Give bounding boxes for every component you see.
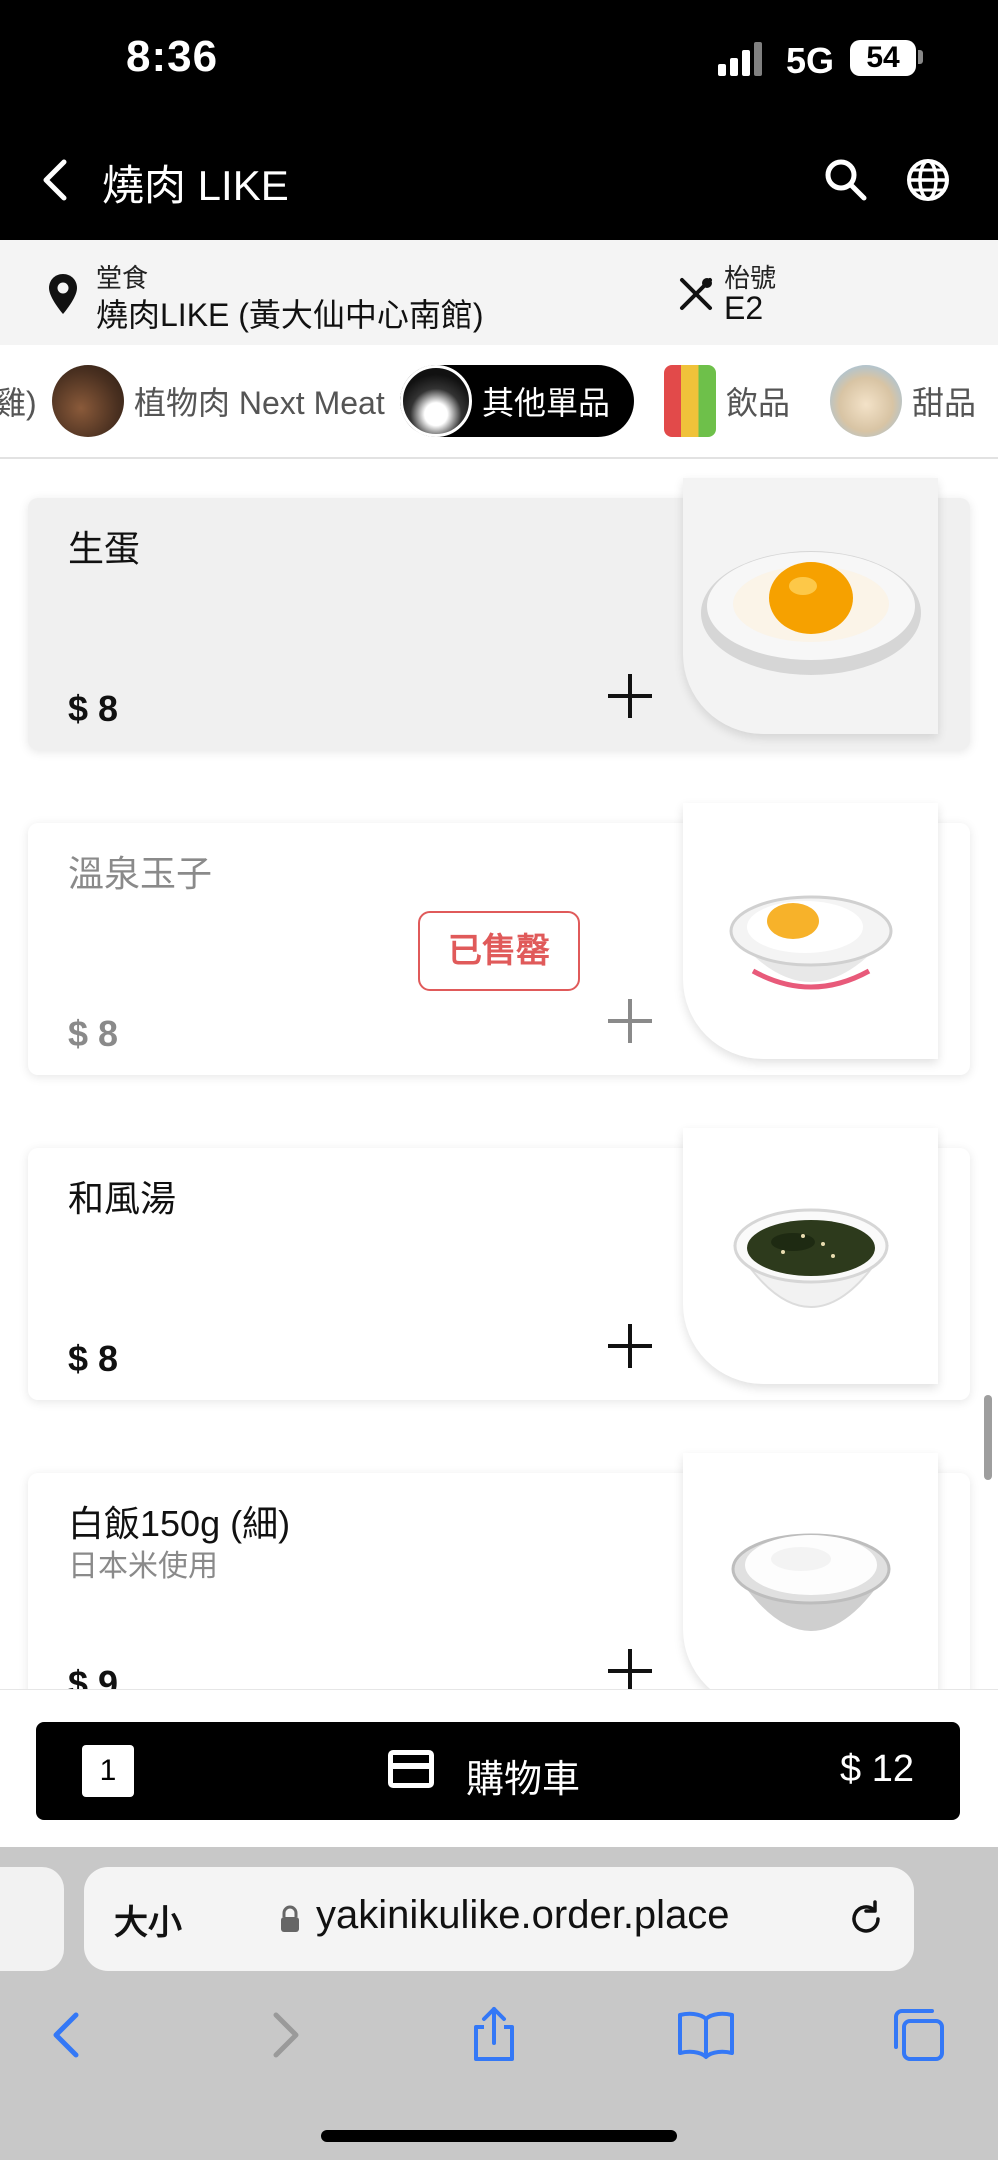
item-name: 溫泉玉子 xyxy=(68,853,213,894)
url-text[interactable]: yakinikulike.order.place xyxy=(316,1893,730,1938)
item-price: $ 8 xyxy=(68,1013,119,1054)
cart-total: $ 12 xyxy=(840,1748,914,1790)
status-bar: 8:36 5G 54 xyxy=(0,0,998,120)
tab-drinks[interactable]: 飲品 xyxy=(664,365,790,437)
tab-label: 飲品 xyxy=(726,385,791,421)
tab-label: 甜品 xyxy=(912,385,977,421)
bookmarks-icon[interactable] xyxy=(676,2005,736,2065)
address-bar[interactable]: 大小 yakinikulike.order.place xyxy=(84,1867,914,1971)
app-header: 燒肉 LIKE xyxy=(0,120,998,240)
reload-icon[interactable] xyxy=(844,1897,888,1941)
menu-item-wafu-soup[interactable]: 和風湯 $ 8 xyxy=(28,1128,970,1400)
menu-item-white-rice[interactable]: 白飯150g (細) 日本米使用 $ 9 xyxy=(28,1453,970,1689)
tab-label: 其他單品 xyxy=(482,385,611,421)
add-to-cart-button[interactable] xyxy=(608,674,652,718)
store-info-bar: 堂食 燒肉LIKE (黃大仙中心南館) 枱號 E2 xyxy=(0,240,998,345)
previous-tab-preview[interactable] xyxy=(0,1867,64,1971)
menu-list: 生蛋 $ 8 溫泉玉子 已售罄 $ 8 和風湯 $ 8 白飯150g (細) 日… xyxy=(0,459,998,1689)
tab-label: 植物肉 Next Meat xyxy=(134,385,385,421)
cart-bar-container: 1 購物車 $ 12 xyxy=(0,1689,998,1848)
onsen-egg-image xyxy=(683,803,938,1059)
tab-label: 雞) xyxy=(0,385,37,421)
browser-forward-icon[interactable] xyxy=(254,2005,314,2065)
item-name: 生蛋 xyxy=(68,528,141,569)
item-price: $ 8 xyxy=(68,688,119,729)
item-price: $ 8 xyxy=(68,1338,119,1379)
cart-count: 1 xyxy=(82,1745,134,1797)
tab-next-meat[interactable]: 植物肉 Next Meat xyxy=(52,365,385,437)
other-items-thumb xyxy=(400,365,472,437)
item-name: 和風湯 xyxy=(68,1178,177,1219)
next-meat-thumb xyxy=(52,365,124,437)
add-to-cart-button[interactable] xyxy=(608,999,652,1043)
store-name: 燒肉LIKE (黃大仙中心南館) xyxy=(96,297,484,333)
menu-item-raw-egg[interactable]: 生蛋 $ 8 xyxy=(28,478,970,750)
page-title: 燒肉 LIKE xyxy=(102,162,289,209)
table-number: E2 xyxy=(724,290,764,326)
credit-card-icon xyxy=(388,1750,434,1788)
browser-toolbar: 大小 yakinikulike.order.place xyxy=(0,1847,998,2160)
home-indicator xyxy=(321,2130,677,2142)
cart-button[interactable]: 1 購物車 $ 12 xyxy=(36,1722,960,1820)
network-type: 5G xyxy=(786,40,835,81)
signal-icon xyxy=(718,42,770,76)
share-icon[interactable] xyxy=(464,2005,524,2065)
tab-chicken[interactable]: 雞) xyxy=(0,365,37,437)
status-time: 8:36 xyxy=(126,32,219,81)
globe-icon[interactable] xyxy=(898,150,958,210)
sold-out-badge: 已售罄 xyxy=(418,911,580,991)
scrollbar-thumb[interactable] xyxy=(984,1395,992,1480)
back-arrow-icon[interactable] xyxy=(30,152,86,208)
battery-icon: 54 xyxy=(850,40,916,76)
tab-desserts[interactable]: 甜品 xyxy=(830,365,976,437)
category-tabs: 雞) 植物肉 Next Meat 其他單品 飲品 甜品 xyxy=(0,345,998,459)
add-to-cart-button[interactable] xyxy=(608,1649,652,1689)
battery-tip xyxy=(918,50,923,64)
add-to-cart-button[interactable] xyxy=(608,1324,652,1368)
cart-label: 購物車 xyxy=(466,1759,581,1801)
raw-egg-image xyxy=(683,478,938,734)
browser-back-icon[interactable] xyxy=(38,2005,98,2065)
tabs-icon[interactable] xyxy=(888,2005,948,2065)
item-price: $ 9 xyxy=(68,1663,119,1689)
text-size-button[interactable]: 大小 xyxy=(114,1895,182,1944)
search-icon[interactable] xyxy=(816,150,876,210)
desserts-thumb xyxy=(830,365,902,437)
wakame-soup-image xyxy=(683,1128,938,1384)
item-subtitle: 日本米使用 xyxy=(68,1550,218,1583)
tab-other-items[interactable]: 其他單品 xyxy=(400,365,635,437)
utensils-icon xyxy=(680,278,712,310)
menu-item-onsen-egg[interactable]: 溫泉玉子 已售罄 $ 8 xyxy=(28,803,970,1075)
item-name: 白飯150g (細) xyxy=(68,1503,291,1544)
drinks-thumb xyxy=(664,365,716,437)
rice-bowl-image xyxy=(683,1453,938,1689)
location-pin-icon xyxy=(49,274,77,314)
lock-icon xyxy=(281,1905,299,1932)
